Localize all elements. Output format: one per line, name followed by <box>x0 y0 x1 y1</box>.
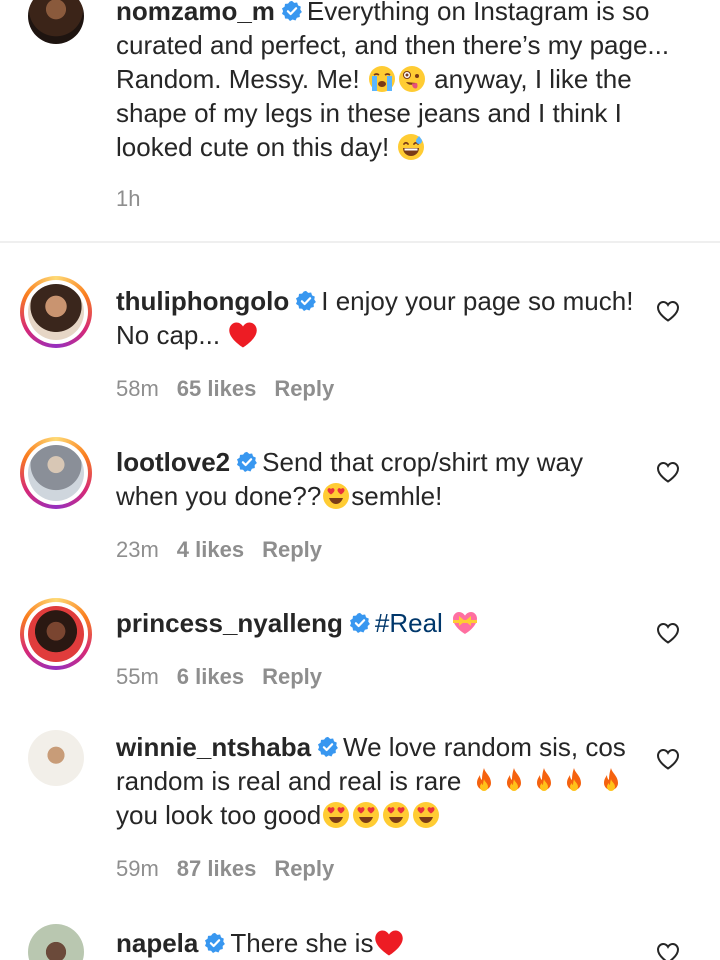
username[interactable]: princess_nyalleng <box>116 608 343 638</box>
avatar[interactable] <box>28 924 84 960</box>
comment-body-2: you look too good <box>116 800 322 830</box>
fire-emoji-icon <box>560 767 588 795</box>
avatar[interactable] <box>28 0 84 44</box>
fire-emoji-icon <box>530 767 558 795</box>
heart-eyes-emoji-icon <box>322 482 350 510</box>
verified-badge-icon <box>295 290 317 312</box>
comment-meta: 58m 65 likes Reply <box>116 376 352 402</box>
likes-count[interactable]: 4 likes <box>177 537 244 562</box>
comment-meta: 23m 4 likes Reply <box>116 537 340 563</box>
heart-eyes-emoji-icon <box>322 801 350 829</box>
red-heart-emoji-icon <box>228 321 258 349</box>
caption-timestamp: 1h <box>116 186 141 211</box>
crying-emoji-icon <box>368 65 396 93</box>
fire-emoji-icon <box>500 767 528 795</box>
story-ring[interactable] <box>20 598 92 670</box>
sweat-smile-emoji-icon <box>397 133 425 161</box>
heart-eyes-emoji-icon <box>412 801 440 829</box>
comment-timestamp: 58m <box>116 376 159 401</box>
username[interactable]: winnie_ntshaba <box>116 732 311 762</box>
comment-meta: 59m 87 likes Reply <box>116 856 352 882</box>
verified-badge-icon <box>204 932 226 954</box>
verified-badge-icon <box>236 451 258 473</box>
heart-eyes-emoji-icon <box>352 801 380 829</box>
username[interactable]: thuliphongolo <box>116 286 289 316</box>
username[interactable]: nomzamo_m <box>116 0 275 26</box>
avatar[interactable] <box>28 730 84 786</box>
comment-text: winnie_ntshaba We love random sis, cos ra… <box>116 730 636 832</box>
comment-text: napela There she is <box>116 926 636 960</box>
reply-button[interactable]: Reply <box>274 376 334 401</box>
post-caption: nomzamo_m Everything on Instagram is so c… <box>0 0 720 242</box>
zany-face-emoji-icon <box>398 65 426 93</box>
comment-meta: 55m 6 likes Reply <box>116 664 340 690</box>
heart-outline-icon[interactable] <box>656 300 680 322</box>
heart-outline-icon[interactable] <box>656 748 680 770</box>
heart-eyes-emoji-icon <box>382 801 410 829</box>
fire-emoji-icon <box>597 767 625 795</box>
heart-outline-icon[interactable] <box>656 942 680 960</box>
avatar[interactable] <box>28 445 84 501</box>
heart-outline-icon[interactable] <box>656 622 680 644</box>
red-heart-emoji-icon <box>374 929 404 957</box>
hashtag-link[interactable]: #Real <box>375 608 443 638</box>
caption-text: nomzamo_m Everything on Instagram is so c… <box>116 0 676 164</box>
reply-button[interactable]: Reply <box>262 537 322 562</box>
comment-body: There she is <box>230 928 374 958</box>
story-ring[interactable] <box>20 276 92 348</box>
likes-count[interactable]: 6 likes <box>177 664 244 689</box>
comment-timestamp: 23m <box>116 537 159 562</box>
reply-button[interactable]: Reply <box>274 856 334 881</box>
likes-count[interactable]: 65 likes <box>177 376 257 401</box>
comment-text: thuliphongolo I enjoy your page so much! … <box>116 284 636 352</box>
likes-count[interactable]: 87 likes <box>177 856 257 881</box>
divider <box>0 241 720 243</box>
comment-timestamp: 55m <box>116 664 159 689</box>
username[interactable]: lootlove2 <box>116 447 230 477</box>
story-ring[interactable] <box>20 437 92 509</box>
verified-badge-icon <box>317 736 339 758</box>
comment-timestamp: 59m <box>116 856 159 881</box>
avatar[interactable] <box>28 606 84 662</box>
verified-badge-icon <box>281 0 303 22</box>
fire-emoji-icon <box>470 767 498 795</box>
heart-outline-icon[interactable] <box>656 461 680 483</box>
comment-text: lootlove2 Send that crop/shirt my way whe… <box>116 445 636 513</box>
reply-button[interactable]: Reply <box>262 664 322 689</box>
username[interactable]: napela <box>116 928 198 958</box>
comment-text: princess_nyalleng #Real <box>116 606 636 640</box>
heart-ribbon-emoji-icon <box>451 609 479 637</box>
avatar[interactable] <box>28 284 84 340</box>
comment-body-2: semhle! <box>351 481 443 511</box>
verified-badge-icon <box>349 612 371 634</box>
